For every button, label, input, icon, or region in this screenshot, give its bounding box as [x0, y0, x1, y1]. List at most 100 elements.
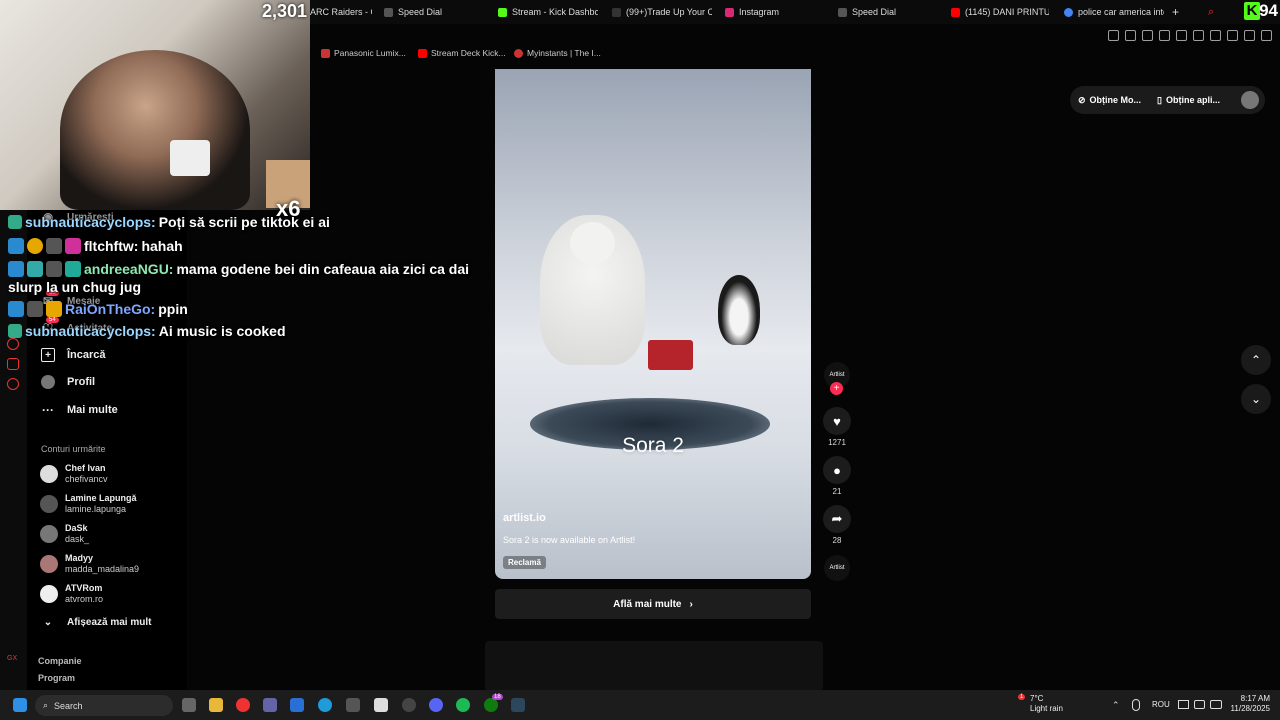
file-explorer-icon[interactable]	[209, 698, 223, 712]
bookmark-stream-deck[interactable]: Stream Deck Kick...	[418, 48, 506, 58]
comment-count: 21	[832, 487, 842, 496]
spotify-icon[interactable]	[456, 698, 470, 712]
new-tab-button[interactable]: +	[1172, 5, 1184, 19]
download-icon[interactable]	[1227, 30, 1238, 41]
following-name: Madyy	[65, 553, 94, 563]
comment-action[interactable]: ● 21	[823, 456, 851, 496]
video-author[interactable]: artlist.io	[503, 512, 546, 524]
sound-avatar[interactable]: Artlist	[824, 555, 850, 581]
weather-widget[interactable]: 7°C Light rain	[1012, 694, 1063, 714]
battery-icon[interactable]	[1210, 700, 1222, 709]
tab-arc-raiders[interactable]: ARC Raiders - Of	[310, 5, 372, 19]
menu-icon[interactable]	[1261, 30, 1272, 41]
tab-youtube[interactable]: (1145) DANI PRINTUL B	[951, 5, 1049, 19]
previous-video-button[interactable]: ⌃	[1241, 345, 1271, 375]
opera-gx-icon[interactable]	[236, 698, 250, 712]
task-view-icon[interactable]	[182, 698, 196, 712]
app-icon[interactable]	[402, 698, 416, 712]
windows-start-icon[interactable]	[13, 698, 27, 712]
tab-kick-dashboard[interactable]: Stream - Kick Dashboa	[498, 5, 598, 19]
following-item[interactable]: ATVRom atvrom.ro	[40, 583, 103, 605]
like-action[interactable]: ♥ 1271	[823, 407, 851, 447]
footer-link-company[interactable]: Companie	[38, 656, 82, 666]
footer-link-program[interactable]: Program	[38, 673, 75, 683]
chat-badge	[27, 261, 43, 277]
account-icon[interactable]	[1244, 30, 1255, 41]
tab-tiktok-trade[interactable]: (99+)Trade Up Your Co	[612, 5, 712, 19]
app-icon[interactable]	[290, 698, 304, 712]
network-icon[interactable]	[1178, 700, 1189, 709]
bookmark-panasonic[interactable]: Panasonic Lumix...	[321, 48, 406, 58]
language-indicator[interactable]: ROU	[1152, 700, 1170, 709]
nav-upload[interactable]: + Încarcă	[41, 348, 106, 362]
search-label: Search	[54, 700, 83, 711]
avatar	[40, 495, 58, 513]
nav-profile[interactable]: Profil	[41, 375, 95, 389]
volume-icon[interactable]	[1194, 700, 1205, 709]
clock-date: 11/28/2025	[1230, 704, 1270, 713]
taskbar-search[interactable]: ⌕ Search	[35, 695, 173, 716]
history-icon[interactable]	[7, 338, 19, 350]
tab-speed-dial-2[interactable]: Speed Dial	[838, 5, 928, 19]
chat-text: hahah	[141, 238, 183, 254]
heart-icon[interactable]: ♥	[823, 407, 851, 435]
chat-username: andreeaNGU:	[84, 261, 174, 277]
microphone-icon[interactable]	[1132, 699, 1140, 711]
user-avatar[interactable]	[1241, 91, 1259, 109]
next-video-button[interactable]: ⌄	[1241, 384, 1271, 414]
chat-badge	[8, 261, 24, 277]
discord-icon[interactable]	[429, 698, 443, 712]
speed-dial-icon	[838, 7, 847, 17]
tab-instagram[interactable]: Instagram	[725, 5, 805, 19]
next-video-preview[interactable]	[485, 641, 823, 691]
translate-icon[interactable]	[1159, 30, 1170, 41]
extensions-icon[interactable]	[1210, 30, 1221, 41]
system-clock[interactable]: 8:17 AM 11/28/2025	[1226, 694, 1270, 714]
edge-icon[interactable]	[318, 698, 332, 712]
chevron-down-icon: ⌄	[1250, 392, 1262, 406]
follow-plus-button[interactable]: +	[830, 382, 843, 395]
chat-message: fltchftw: hahah	[8, 238, 183, 254]
get-app-bar: ⊘ Obține Mo... ▯ Obține apli...	[1070, 86, 1265, 114]
share-icon[interactable]: ➦	[823, 505, 851, 533]
following-item[interactable]: DaSk dask_	[40, 523, 89, 545]
steam-icon[interactable]	[511, 698, 525, 712]
chat-badge	[46, 301, 62, 317]
following-item[interactable]: Chef Ivan chefivancv	[40, 463, 108, 485]
play-icon[interactable]	[1176, 30, 1187, 41]
chat-message: subnauticacyclops: Ai music is cooked	[8, 323, 286, 339]
heart-icon[interactable]	[1193, 30, 1204, 41]
gx-icon[interactable]: GX	[7, 655, 17, 662]
get-coins-button[interactable]: ⊘ Obține Mo...	[1070, 95, 1149, 106]
tray-overflow-icon[interactable]: ⌃	[1112, 700, 1120, 711]
following-username: dask_	[65, 534, 90, 544]
teams-icon[interactable]	[263, 698, 277, 712]
following-section-title: Conturi urmărite	[41, 444, 106, 454]
temperature: 7°C	[1030, 694, 1044, 703]
tab-speed-dial[interactable]: Speed Dial	[384, 5, 464, 19]
show-more-button[interactable]: ⌄ Afișează mai mult	[41, 615, 152, 629]
nav-more[interactable]: ··· Mai multe	[41, 403, 118, 417]
following-item[interactable]: Lamine Lapungă lamine.lapunga	[40, 493, 137, 515]
share-action[interactable]: ➦ 28	[823, 505, 851, 545]
settings-icon[interactable]	[7, 378, 19, 390]
comment-icon[interactable]: ●	[823, 456, 851, 484]
learn-more-button[interactable]: Află mai multe ›	[495, 589, 811, 619]
bookmark-myinstants[interactable]: Myinstants | The I...	[514, 48, 601, 58]
following-username: lamine.lapunga	[65, 504, 127, 514]
xbox-icon[interactable]	[484, 698, 498, 712]
tab-google[interactable]: police car america inte	[1064, 5, 1164, 19]
pin-icon[interactable]	[1108, 30, 1119, 41]
share-count: 28	[832, 536, 842, 545]
app-notification-badge: 18	[492, 694, 503, 700]
app-icon[interactable]	[346, 698, 360, 712]
browser-toolbar	[1108, 30, 1272, 41]
store-icon[interactable]	[374, 698, 388, 712]
get-app-button[interactable]: ▯ Obține apli...	[1149, 95, 1228, 106]
following-item[interactable]: Madyy madda_madalina9	[40, 553, 139, 575]
chat-icon[interactable]	[7, 358, 19, 370]
screenshot-icon[interactable]	[1125, 30, 1136, 41]
search-tabs-icon[interactable]: ⌕	[1208, 5, 1220, 19]
camera-icon[interactable]	[1142, 30, 1153, 41]
polar-bear-head	[570, 222, 615, 264]
